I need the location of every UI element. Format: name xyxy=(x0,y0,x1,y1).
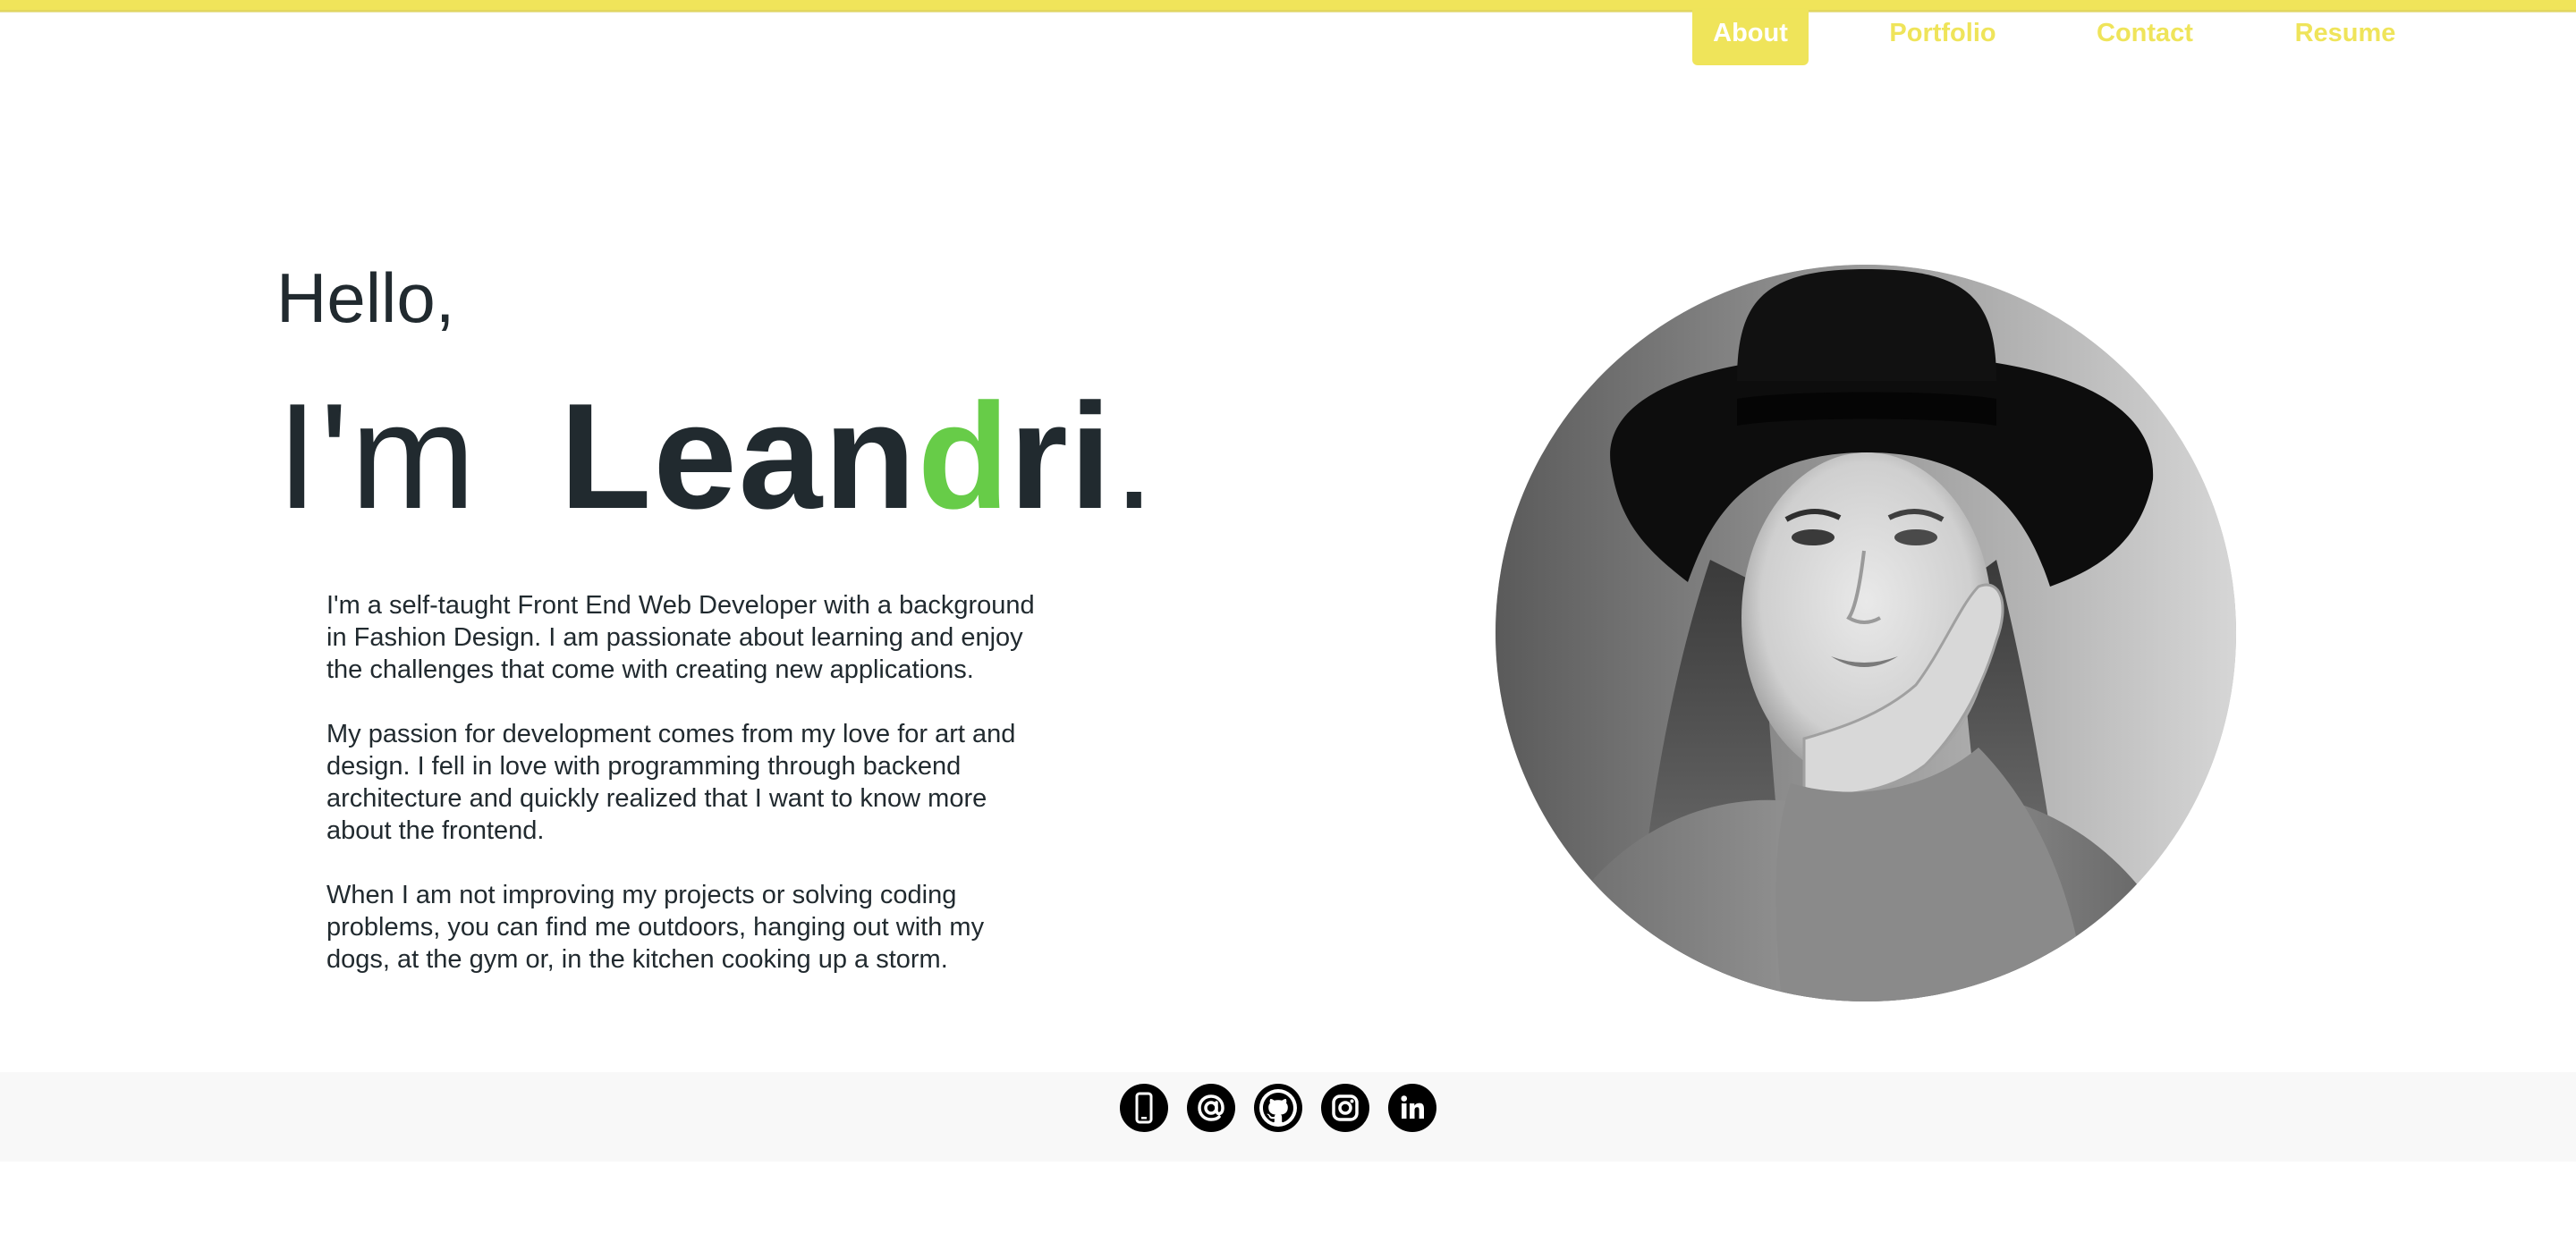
name-prefix: I'm xyxy=(276,372,478,540)
name-accent-letter: d xyxy=(917,372,1010,540)
name-part-2: ri xyxy=(1009,372,1114,540)
email-at-icon[interactable] xyxy=(1187,1084,1235,1132)
bio-paragraph-3: When I am not improving my projects or s… xyxy=(326,881,985,974)
name-heading: I'm Leandri. xyxy=(276,376,1155,537)
greeting-heading: Hello, xyxy=(276,258,455,337)
main-nav: About Portfolio Contact Resume xyxy=(0,8,2576,65)
name-period: . xyxy=(1113,372,1156,540)
bio-paragraph-1: I'm a self-taught Front End Web Develope… xyxy=(326,591,1035,684)
phone-icon[interactable] xyxy=(1120,1084,1168,1132)
bio-paragraph-2: My passion for development comes from my… xyxy=(326,720,1016,845)
nav-link-portfolio[interactable]: Portfolio xyxy=(1877,8,2009,65)
nav-link-about[interactable]: About xyxy=(1692,8,1809,65)
nav-link-resume[interactable]: Resume xyxy=(2286,8,2404,65)
instagram-icon[interactable] xyxy=(1321,1084,1369,1132)
name-part-1: Lean xyxy=(559,372,918,540)
nav-link-contact[interactable]: Contact xyxy=(2088,8,2202,65)
github-icon[interactable] xyxy=(1254,1084,1302,1132)
profile-photo xyxy=(1496,265,2236,1001)
bio-section: I'm a self-taught Front End Web Develope… xyxy=(326,589,1042,1008)
linkedin-icon[interactable] xyxy=(1388,1084,1436,1132)
